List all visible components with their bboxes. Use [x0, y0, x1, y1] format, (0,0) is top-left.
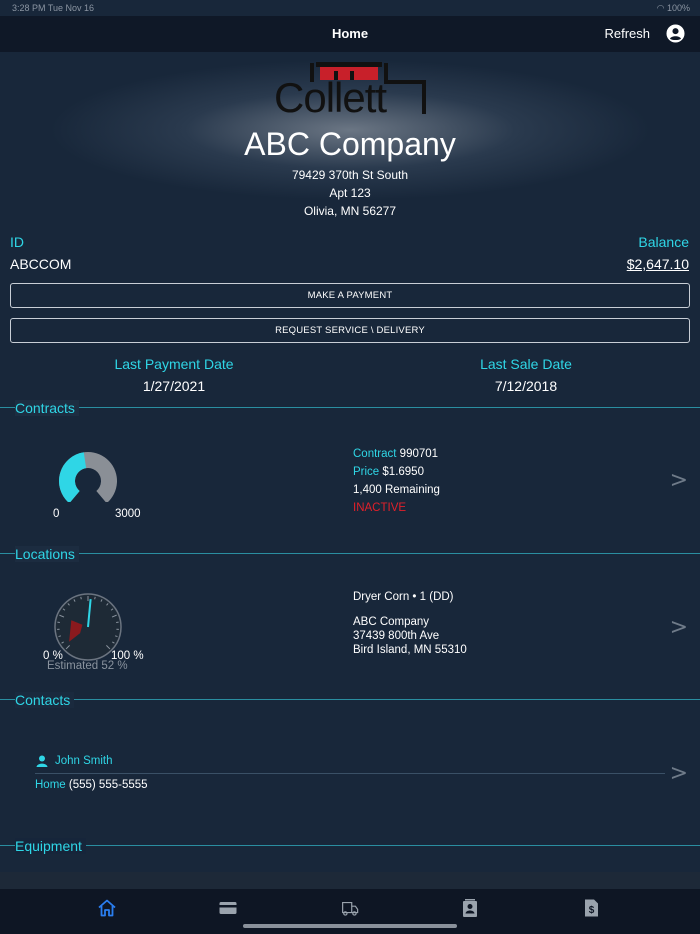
gauge-tick	[94, 596, 96, 600]
id-label: ID	[10, 234, 24, 250]
home-icon	[98, 899, 116, 917]
company-address-line3: Olivia, MN 56277	[303, 204, 397, 218]
chevron-right-icon[interactable]: >	[670, 761, 688, 786]
location-city: Bird Island, MN 55310	[353, 644, 467, 656]
tab-delivery[interactable]	[339, 898, 359, 918]
contact-phone-value: (555) 555-5555	[68, 779, 148, 791]
credit-card-icon	[219, 902, 237, 914]
contract-remaining: 1,400 Remaining	[353, 484, 440, 496]
truck-icon	[342, 901, 359, 916]
contract-number: Contract 990701	[353, 448, 438, 460]
tab-invoices[interactable]: $	[581, 898, 601, 918]
contract-number-value: 990701	[399, 448, 439, 460]
contacts-section-title: Contacts	[15, 692, 75, 708]
contracts-section-title: Contracts	[15, 400, 79, 416]
location-street: 37439 800th Ave	[353, 630, 440, 642]
contracts-divider	[0, 407, 700, 408]
battery-indicator: ◠ 100%	[657, 3, 690, 14]
svg-text:$: $	[589, 905, 595, 916]
person-icon	[36, 755, 48, 767]
status-time: 3:28 PM Tue Nov 16	[12, 3, 95, 13]
make-payment-button[interactable]: MAKE A PAYMENT	[10, 283, 690, 308]
last-sale-label: Last Sale Date	[480, 356, 572, 372]
tab-home[interactable]	[97, 898, 117, 918]
contract-gauge-min: 0	[53, 508, 60, 520]
equipment-row-peek	[0, 872, 700, 889]
refresh-button[interactable]: Refresh	[604, 26, 650, 41]
contract-gauge-max: 3000	[115, 508, 141, 520]
company-address-line2: Apt 123	[329, 186, 371, 200]
id-value: ABCCOM	[10, 256, 72, 272]
contact-name: John Smith	[55, 755, 113, 767]
contract-price-value: $1.6950	[382, 466, 424, 478]
locations-divider	[0, 553, 700, 554]
equipment-divider	[0, 845, 700, 846]
collett-logo: Collett	[274, 62, 426, 116]
last-payment-value: 1/27/2021	[142, 378, 206, 394]
contract-price-label: Price	[353, 466, 380, 478]
contact-separator	[35, 773, 665, 774]
contact-phone-label: Home	[35, 779, 66, 791]
battery-percent: 100%	[666, 3, 690, 13]
company-name: ABC Company	[244, 126, 456, 162]
tab-contacts[interactable]	[460, 898, 480, 918]
balance-label: Balance	[638, 234, 689, 250]
contact-phone[interactable]: Home (555) 555-5555	[35, 779, 148, 791]
wifi-icon: ◠	[656, 3, 665, 13]
chevron-right-icon[interactable]: >	[670, 468, 688, 493]
invoice-dollar-icon: $	[585, 899, 598, 917]
page-title: Home	[331, 26, 369, 41]
home-indicator	[243, 924, 457, 928]
contact-book-icon	[463, 899, 477, 917]
locations-section-title: Locations	[15, 546, 79, 562]
contract-status-badge: INACTIVE	[353, 502, 407, 514]
last-payment-label: Last Payment Date	[114, 356, 234, 372]
last-sale-value: 7/12/2018	[494, 378, 558, 394]
gauge-tick	[80, 596, 82, 600]
contract-gauge	[59, 452, 117, 502]
balance-link[interactable]: $2,647.10	[627, 256, 689, 272]
request-service-button[interactable]: REQUEST SERVICE \ DELIVERY	[10, 318, 690, 343]
contract-price: Price $1.6950	[353, 466, 424, 478]
equipment-section-title: Equipment	[15, 838, 86, 854]
chevron-right-icon[interactable]: >	[670, 615, 688, 640]
svg-text:Collett: Collett	[274, 74, 387, 116]
tank-estimated: Estimated 52 %	[47, 660, 128, 672]
status-bar: 3:28 PM Tue Nov 16 ◠ 100%	[0, 0, 700, 16]
user-account-icon[interactable]	[666, 24, 685, 43]
contract-number-label: Contract	[353, 448, 397, 460]
tab-payments[interactable]	[218, 898, 238, 918]
location-name: ABC Company	[353, 616, 430, 628]
tank-description: Dryer Corn • 1 (DD)	[353, 591, 454, 603]
contacts-divider	[0, 699, 700, 700]
nav-bar: Home Refresh	[0, 16, 700, 52]
company-address-line1: 79429 370th St South	[291, 168, 409, 182]
